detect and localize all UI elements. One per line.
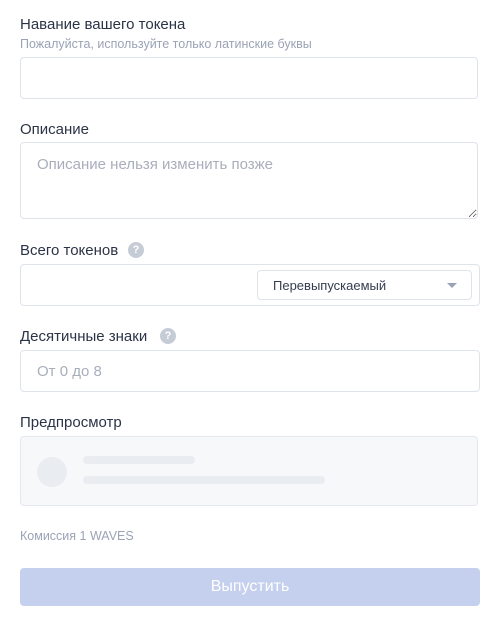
decimals-input[interactable] (20, 350, 480, 392)
token-name-input[interactable] (20, 57, 478, 99)
help-icon[interactable]: ? (160, 328, 176, 344)
token-name-hint: Пожалуйста, используйте только латинские… (20, 37, 312, 51)
decimals-label: Десятичные знаки (20, 328, 148, 345)
total-tokens-label: Всего токенов (20, 242, 119, 259)
fee-text: Комиссия 1 WAVES (20, 529, 134, 543)
issue-button[interactable]: Выпустить (20, 568, 480, 606)
preview-avatar-placeholder (37, 457, 67, 487)
chevron-down-icon (447, 283, 457, 288)
description-label: Описание (20, 121, 90, 138)
preview-description-placeholder (83, 476, 325, 484)
preview-label: Предпросмотр (20, 414, 122, 431)
description-textarea[interactable] (20, 142, 478, 219)
help-icon[interactable]: ? (128, 242, 144, 258)
preview-name-placeholder (83, 456, 195, 464)
token-preview-card (20, 436, 478, 506)
reissuable-select[interactable]: Перевыпускаемый (257, 270, 472, 300)
reissuable-select-value: Перевыпускаемый (273, 278, 387, 293)
token-name-label: Навание вашего токена (20, 16, 186, 33)
